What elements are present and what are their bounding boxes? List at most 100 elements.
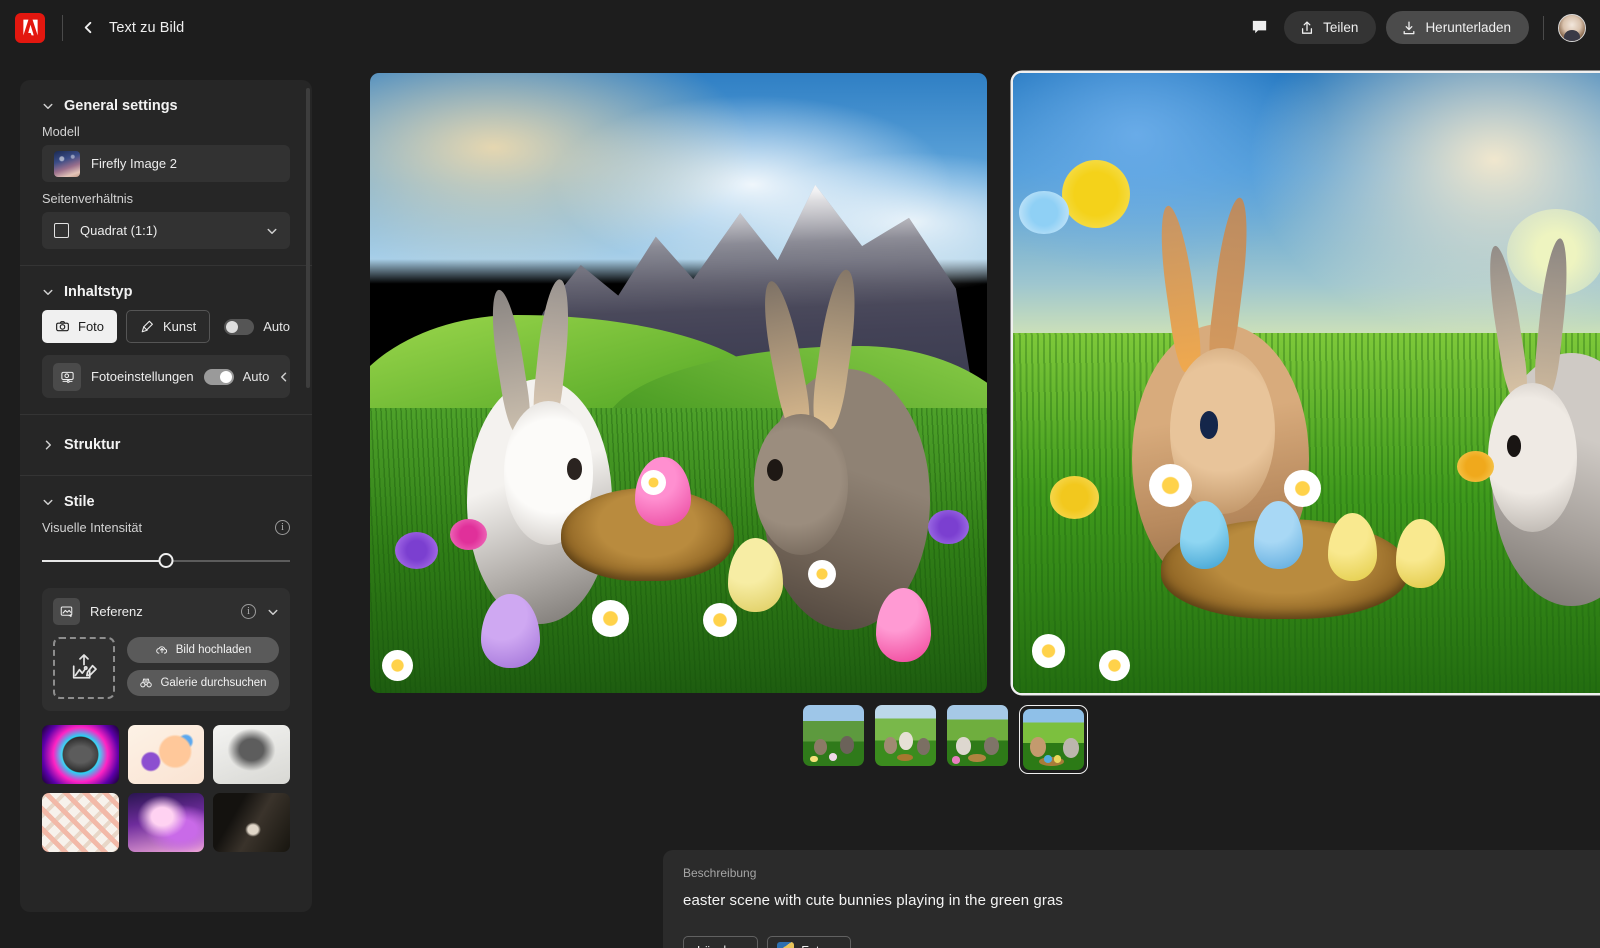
section-title-content-type: Inhaltstyp xyxy=(64,284,133,300)
daisy-flower xyxy=(641,469,667,495)
image-thumbnails xyxy=(803,705,1088,774)
cloud-upload-icon xyxy=(156,646,167,654)
avatar[interactable] xyxy=(1558,13,1586,42)
thumbnail-4[interactable] xyxy=(1023,709,1084,770)
topbar-divider xyxy=(62,14,63,41)
content-type-photo-button[interactable]: Foto xyxy=(42,310,118,343)
browse-gallery-label: Galerie durchsuchen xyxy=(160,677,267,689)
share-button[interactable]: Teilen xyxy=(1284,11,1377,44)
slider-handle[interactable] xyxy=(158,553,174,568)
model-selector[interactable]: Firefly Image 2 xyxy=(42,145,290,182)
prompt-bar: Beschreibung easter scene with cute bunn… xyxy=(663,850,1600,948)
dandelion-flower xyxy=(1062,159,1131,228)
close-icon[interactable]: × xyxy=(834,944,841,948)
chevron-right-icon xyxy=(45,440,51,450)
photo-label: Foto xyxy=(78,319,105,334)
style-thumb-3d-thumbs-up[interactable] xyxy=(127,725,205,784)
info-icon[interactable]: i xyxy=(241,604,256,619)
art-label: Kunst xyxy=(163,319,197,334)
content-type-art-button[interactable]: Kunst xyxy=(126,310,211,343)
share-upload-icon xyxy=(1302,20,1313,34)
style-thumb-surreal-cloud[interactable] xyxy=(127,793,205,852)
slider-fill xyxy=(42,560,166,562)
download-label: Herunterladen xyxy=(1425,20,1511,35)
style-thumbnail-grid xyxy=(42,725,290,852)
prompt-input[interactable]: easter scene with cute bunnies playing i… xyxy=(683,892,1600,909)
model-label: Modell xyxy=(42,124,80,139)
binoculars-icon xyxy=(140,678,153,688)
section-structure: Struktur xyxy=(20,414,312,475)
section-title-structure: Struktur xyxy=(64,437,121,453)
upload-row: Bild hochladen Galerie durchsuchen xyxy=(53,637,279,699)
style-thumb-cinematic-portrait[interactable] xyxy=(213,793,290,852)
reference-card: Referenz i Bild hochladen Galerie durchs… xyxy=(42,588,290,711)
photo-settings-row[interactable]: Fotoeinstellungen Auto xyxy=(42,355,290,398)
sidebar-scrollbar[interactable] xyxy=(306,88,310,388)
top-bar: Text zu Bild Teilen Herunterladen xyxy=(0,0,1600,55)
general-settings-header[interactable]: General settings xyxy=(42,98,290,114)
topbar-actions: Teilen Herunterladen xyxy=(1244,11,1586,44)
chevron-down-icon xyxy=(43,499,53,505)
chip-thumbnail-icon xyxy=(777,942,795,948)
share-label: Teilen xyxy=(1323,20,1359,35)
visual-intensity-slider[interactable] xyxy=(42,549,290,573)
photo-settings-auto-toggle[interactable] xyxy=(203,368,234,385)
photo-settings-label: Fotoeinstellungen xyxy=(91,369,194,384)
section-styles: Stile Visuelle Intensität i Referenz i B… xyxy=(20,475,312,868)
generated-image-2[interactable] xyxy=(1013,73,1600,693)
image-dropzone[interactable] xyxy=(53,637,115,699)
clear-button[interactable]: Löschen xyxy=(683,936,759,948)
upload-image-icon xyxy=(72,654,97,679)
blue-flower xyxy=(1019,190,1069,235)
camera-icon xyxy=(56,321,69,332)
settings-sidebar: General settings Modell Firefly Image 2 … xyxy=(20,80,312,912)
feedback-icon[interactable] xyxy=(1244,13,1274,43)
upload-image-button[interactable]: Bild hochladen xyxy=(127,637,279,663)
style-thumb-classical-sketch[interactable] xyxy=(213,725,290,784)
content-type-auto-toggle[interactable] xyxy=(224,318,255,335)
sidebar-scroll-area[interactable]: General settings Modell Firefly Image 2 … xyxy=(20,80,312,912)
reference-image-icon xyxy=(53,598,80,625)
chevron-down-icon xyxy=(268,609,278,615)
purple-flower xyxy=(928,510,969,545)
upload-buttons: Bild hochladen Galerie durchsuchen xyxy=(127,637,279,696)
browse-gallery-button[interactable]: Galerie durchsuchen xyxy=(127,670,279,696)
photo-settings-icon xyxy=(53,362,81,391)
daisy-flower xyxy=(592,600,630,638)
chevron-down-icon xyxy=(267,228,277,234)
thumbnail-4-selected-wrapper[interactable] xyxy=(1019,705,1088,774)
purple-flower xyxy=(394,531,438,569)
adobe-logo-icon[interactable] xyxy=(15,12,45,43)
section-general-settings: General settings Modell Firefly Image 2 … xyxy=(20,80,312,265)
photo-settings-auto-label: Auto xyxy=(242,369,270,384)
visual-intensity-label: Visuelle Intensität xyxy=(42,520,143,535)
generated-image-1[interactable] xyxy=(370,73,987,693)
content-type-header[interactable]: Inhaltstyp xyxy=(42,284,290,300)
chip-label: Foto xyxy=(801,944,826,948)
section-title-styles: Stile xyxy=(64,494,95,510)
model-thumbnail-icon xyxy=(54,150,80,177)
model-value: Firefly Image 2 xyxy=(91,156,177,171)
daisy-flower xyxy=(1099,649,1131,681)
thumbnail-2[interactable] xyxy=(875,705,936,766)
aspect-ratio-selector[interactable]: Quadrat (1:1) xyxy=(42,212,290,249)
content-type-chip[interactable]: Foto × xyxy=(767,936,852,948)
style-thumb-neon-silhouette[interactable] xyxy=(42,725,119,784)
structure-header[interactable]: Struktur xyxy=(42,437,290,453)
info-icon[interactable]: i xyxy=(275,520,290,535)
download-button[interactable]: Herunterladen xyxy=(1386,11,1529,44)
prompt-label: Beschreibung xyxy=(683,866,757,880)
aspect-ratio-value: Quadrat (1:1) xyxy=(80,223,158,238)
chevron-down-icon xyxy=(43,289,53,295)
prompt-footer: Löschen Foto × Vorschläge Generieren xyxy=(683,932,1600,948)
style-thumb-pattern-people[interactable] xyxy=(42,793,119,852)
download-icon xyxy=(1403,20,1415,34)
daisy-flower xyxy=(382,649,414,681)
paintbrush-icon xyxy=(141,320,153,333)
thumbnail-1[interactable] xyxy=(803,705,864,766)
back-button[interactable] xyxy=(79,19,97,37)
styles-header[interactable]: Stile xyxy=(42,494,290,510)
thumbnail-3[interactable] xyxy=(947,705,1008,766)
daisy-flower xyxy=(1148,463,1192,507)
reference-header[interactable]: Referenz i xyxy=(53,598,279,625)
